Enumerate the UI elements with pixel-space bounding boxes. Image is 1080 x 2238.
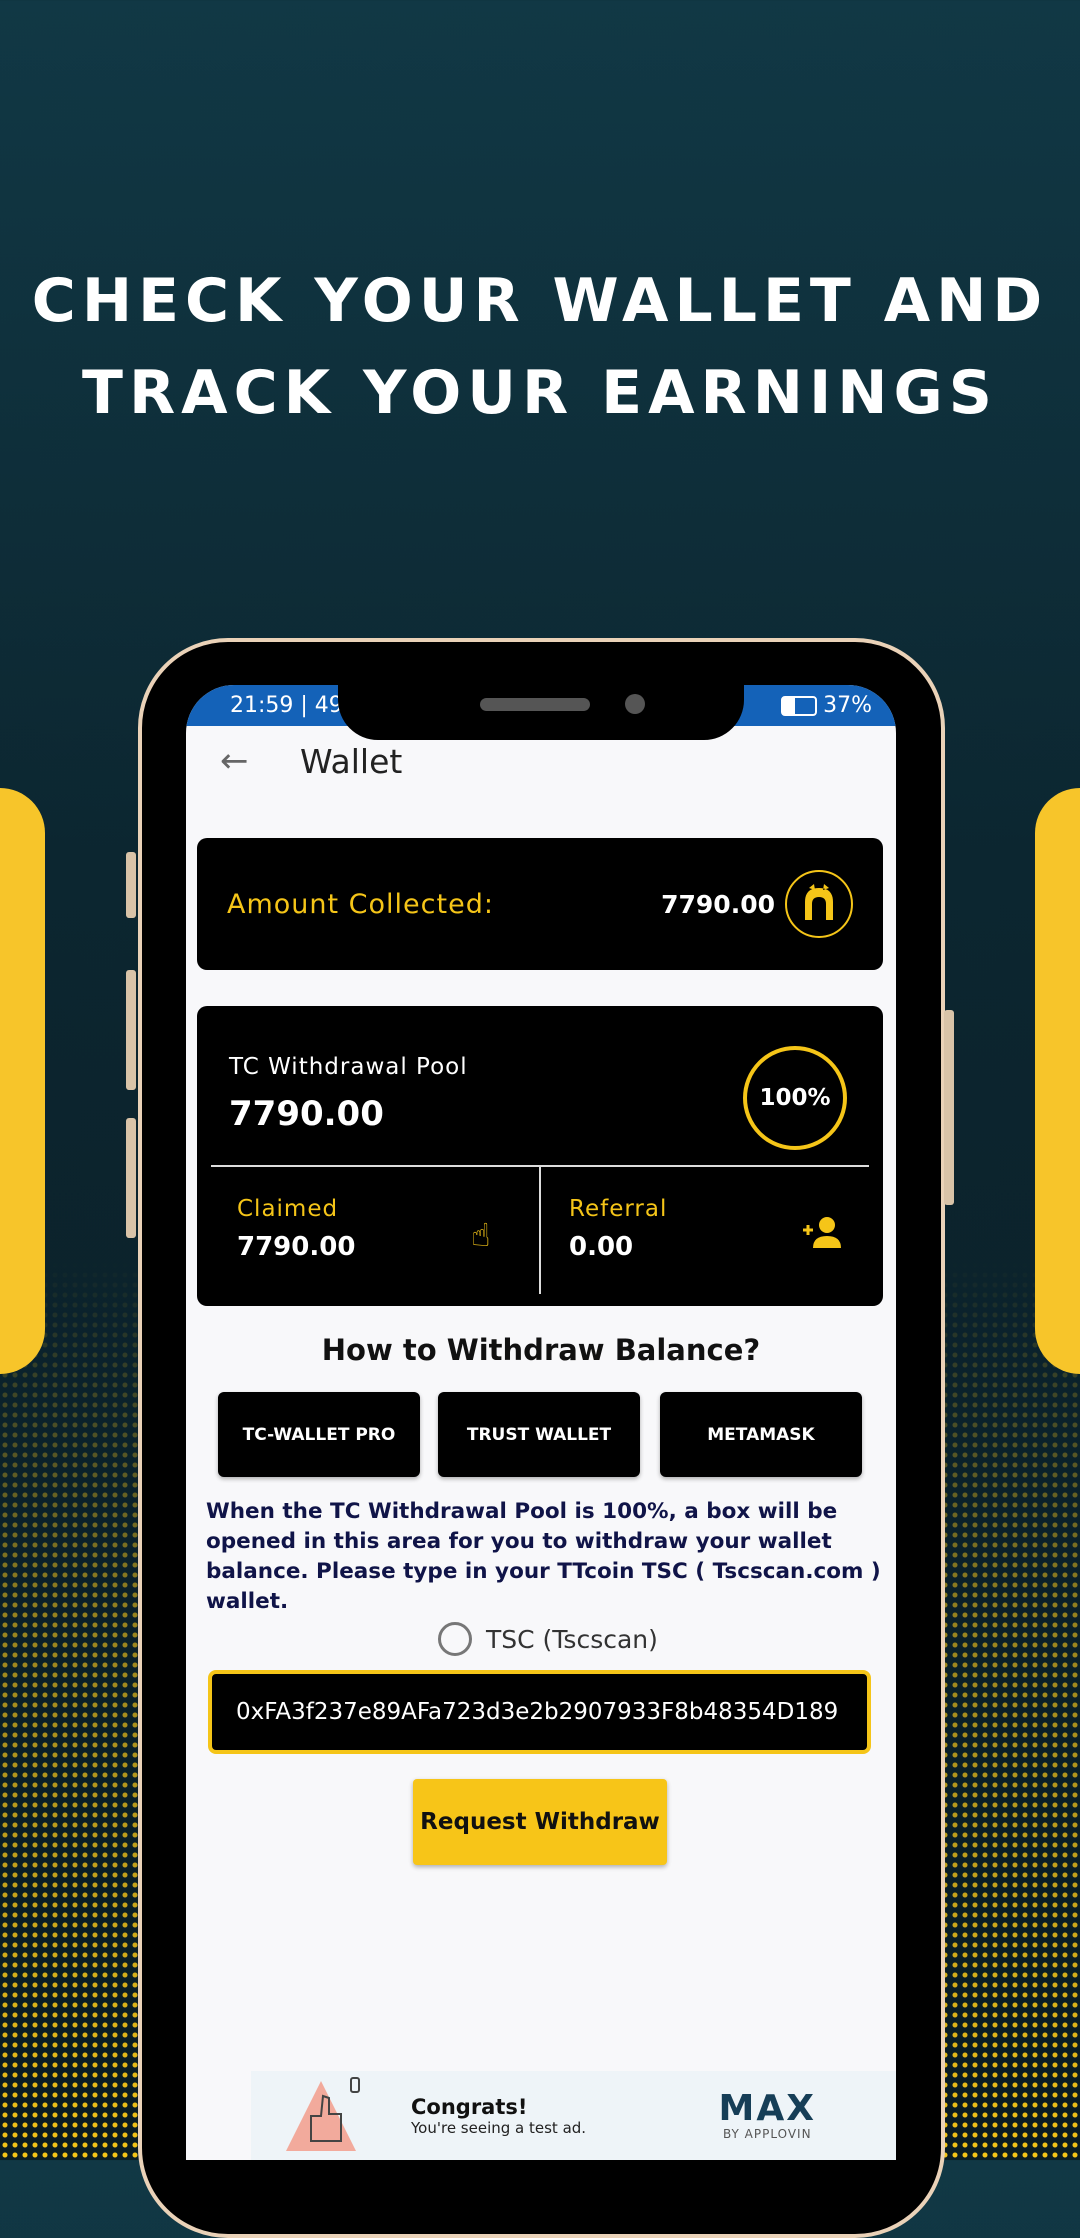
page-title: Wallet [300,741,403,781]
ad-title: Congrats! [411,2094,528,2119]
pool-value: 7790.00 [229,1094,384,1134]
amount-label: Amount Collected: [227,888,494,920]
back-arrow-icon[interactable]: ← [220,741,300,781]
tc-wallet-pro-button[interactable]: TC-WALLET PRO [218,1392,420,1477]
decorative-pill [0,788,45,1374]
phone-speaker [480,698,590,711]
radio-button[interactable] [438,1622,472,1656]
headline-line-2: TRACK YOUR EARNINGS [82,358,998,428]
radio-label: TSC (Tscscan) [486,1624,658,1654]
status-time: 21:59 | 49 [230,693,343,718]
metamask-button[interactable]: METAMASK [660,1392,862,1477]
referral-label: Referral [569,1196,668,1222]
ad-brand-sub: BY APPLOVIN [722,2126,812,2141]
divider [539,1167,541,1294]
tsc-radio[interactable]: TSC (Tscscan) [438,1622,658,1656]
status-right: 37% [781,693,872,718]
amount-value: 7790.00 [661,889,775,919]
wallet-address-value: 0xFA3f237e89AFa723d3e2b2907933F8b48354D1… [236,1699,839,1725]
promo-headline: CHECK YOUR WALLET AND TRACK YOUR EARNING… [0,255,1080,439]
tap-hand-icon: ☝ [471,1216,491,1254]
ad-banner[interactable]: Congrats! You're seeing a test ad. MAX B… [251,2071,896,2160]
request-withdraw-button[interactable]: Request Withdraw [413,1779,667,1865]
applovin-logo: MAX BY APPLOVIN [718,2087,816,2141]
battery-level: 37% [823,693,872,718]
phone-side-button [944,1010,954,1205]
decorative-pill [1035,788,1080,1374]
trust-wallet-button[interactable]: TRUST WALLET [438,1392,640,1477]
phone-side-button [126,970,136,1090]
pool-label: TC Withdrawal Pool [229,1054,468,1080]
ad-subtitle: You're seeing a test ad. [411,2118,587,2137]
pool-progress-ring: 100% [743,1046,847,1150]
app-screen: 21:59 | 49 37% ← Wallet Amount Collected… [186,685,896,2160]
phone-camera [625,694,645,714]
headline-line-1: CHECK YOUR WALLET AND [31,266,1049,336]
phone-side-button [126,1118,136,1238]
battery-icon [781,696,818,716]
phone-notch [338,685,744,740]
amount-collected-card: Amount Collected: 7790.00 [197,838,883,970]
ad-brand: MAX [718,2087,816,2129]
claimed-value: 7790.00 [237,1232,356,1262]
person-add-icon [801,1216,843,1258]
referral-value: 0.00 [569,1232,634,1262]
withdraw-heading: How to Withdraw Balance? [321,1333,761,1367]
claimed-label: Claimed [237,1196,339,1222]
withdraw-info-text: When the TC Withdrawal Pool is 100%, a b… [206,1499,881,1614]
wallet-address-input[interactable]: 0xFA3f237e89AFa723d3e2b2907933F8b48354D1… [208,1670,871,1754]
pool-progress-label: 100% [759,1085,831,1111]
phone-side-button [126,852,136,918]
coin-logo-icon [785,870,853,938]
thumbs-up-icon [281,2076,381,2156]
withdrawal-pool-card: TC Withdrawal Pool 7790.00 100% Claimed … [197,1006,883,1306]
